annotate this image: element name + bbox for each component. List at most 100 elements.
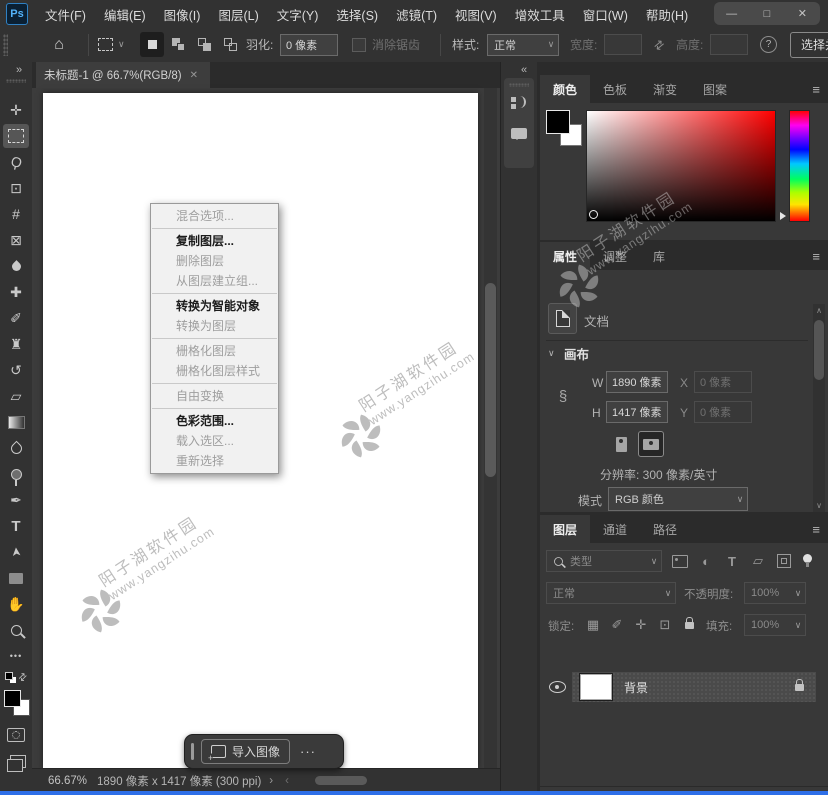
- foreground-color-swatch[interactable]: [4, 690, 21, 707]
- foreground-background-swatches[interactable]: [4, 690, 30, 716]
- menubar-item-image[interactable]: 图像(I): [155, 0, 210, 28]
- canvas-width-input[interactable]: 1890 像素: [606, 371, 668, 393]
- scroll-up-icon[interactable]: ∧: [813, 306, 825, 315]
- feather-input[interactable]: 0 像素: [280, 34, 338, 56]
- context-menu-item-convert-to-smart-object[interactable]: 转换为智能对象: [151, 296, 278, 316]
- tool-hand[interactable]: ✋: [3, 592, 29, 616]
- context-menu-item-convert-to-layers[interactable]: 转换为图层: [151, 316, 278, 336]
- tab-color[interactable]: 颜色: [540, 75, 590, 103]
- comments-panel-button[interactable]: [511, 124, 527, 142]
- layer-lock-icon[interactable]: [795, 684, 804, 691]
- context-menu-item-duplicate-layer[interactable]: 复制图层...: [151, 231, 278, 251]
- tool-blur[interactable]: [3, 436, 29, 460]
- hue-slider[interactable]: [789, 110, 810, 222]
- properties-scrollbar-thumb[interactable]: [814, 320, 824, 380]
- tool-clone-stamp[interactable]: ♜: [3, 332, 29, 356]
- color-mode-dropdown[interactable]: RGB 颜色∨: [608, 487, 748, 511]
- add-to-selection-button[interactable]: [166, 32, 190, 57]
- expand-panels-button[interactable]: «: [516, 64, 532, 76]
- canvas-y-input[interactable]: 0 像素: [694, 401, 752, 423]
- swap-colors-icon[interactable]: ⇄: [16, 670, 30, 684]
- opacity-dropdown[interactable]: 100%∨: [744, 582, 806, 604]
- maximize-button[interactable]: □: [752, 8, 782, 20]
- collapse-section-icon[interactable]: ∨: [548, 348, 555, 359]
- height-input[interactable]: [710, 34, 748, 55]
- tab-patterns[interactable]: 图案: [690, 75, 740, 103]
- landscape-orientation-button[interactable]: [638, 431, 664, 457]
- filter-shape-layers-button[interactable]: ▱: [746, 550, 770, 572]
- tool-rectangular-marquee[interactable]: [3, 124, 29, 148]
- tools-grip[interactable]: [6, 79, 26, 83]
- tool-rectangle[interactable]: [3, 566, 29, 590]
- filter-type-layers-button[interactable]: T: [720, 550, 744, 572]
- lock-image-pixels-button[interactable]: ✐: [606, 614, 628, 636]
- tool-type[interactable]: T: [3, 514, 29, 538]
- quick-mask-button[interactable]: [4, 726, 28, 744]
- tab-gradients[interactable]: 渐变: [640, 75, 690, 103]
- menubar-item-window[interactable]: 窗口(W): [574, 0, 637, 28]
- edit-toolbar-button[interactable]: •••: [3, 644, 29, 668]
- minimize-button[interactable]: —: [717, 8, 747, 20]
- status-prev-icon[interactable]: ‹: [285, 775, 289, 787]
- lock-all-button[interactable]: [678, 614, 700, 636]
- foreground-color-swatch[interactable]: [546, 110, 570, 134]
- fill-dropdown[interactable]: 100%∨: [744, 614, 806, 636]
- layer-filter-toggle[interactable]: [798, 547, 816, 569]
- menubar-item-help[interactable]: 帮助(H): [637, 0, 697, 28]
- menubar-item-file[interactable]: 文件(F): [36, 0, 95, 28]
- status-next-icon[interactable]: ›: [269, 775, 273, 787]
- new-selection-button[interactable]: [140, 32, 164, 57]
- hue-slider-arrow-icon[interactable]: [780, 212, 786, 220]
- panel-menu-icon[interactable]: ≡: [812, 82, 820, 97]
- tool-crop[interactable]: #: [3, 202, 29, 226]
- panel-menu-icon[interactable]: ≡: [812, 522, 820, 537]
- menubar-item-filter[interactable]: 滤镜(T): [387, 0, 446, 28]
- tool-history-brush[interactable]: ↺: [3, 358, 29, 382]
- context-menu-item-reselect[interactable]: 重新选择: [151, 451, 278, 471]
- context-menu-item-load-selection[interactable]: 载入选区...: [151, 431, 278, 451]
- color-field-cursor[interactable]: [589, 210, 598, 219]
- options-bar-grip[interactable]: [3, 34, 8, 56]
- tool-eraser[interactable]: ▱: [3, 384, 29, 408]
- context-menu-item-rasterize-layer-style[interactable]: 栅格化图层样式: [151, 361, 278, 381]
- context-menu-item-rasterize-layer[interactable]: 栅格化图层: [151, 341, 278, 361]
- intersect-selection-button[interactable]: [218, 32, 242, 57]
- properties-scrollbar[interactable]: ∧ ∨: [813, 304, 825, 512]
- tab-properties[interactable]: 属性: [540, 242, 590, 270]
- vertical-scrollbar-thumb[interactable]: [485, 283, 496, 477]
- portrait-orientation-button[interactable]: [608, 431, 634, 457]
- filter-smart-objects-button[interactable]: [772, 550, 796, 572]
- layer-thumbnail[interactable]: [580, 674, 612, 700]
- lock-artboard-button[interactable]: ⊡: [654, 614, 676, 636]
- context-menu-item-blending-options[interactable]: 混合选项...: [151, 206, 278, 226]
- tab-paths[interactable]: 路径: [640, 515, 690, 543]
- document-tab[interactable]: 未标题-1 @ 66.7%(RGB/8) ✕: [36, 62, 210, 88]
- tab-channels[interactable]: 通道: [590, 515, 640, 543]
- style-dropdown[interactable]: 正常∨: [487, 34, 559, 56]
- tab-adjustments[interactable]: 调整: [590, 242, 640, 270]
- anti-alias-checkbox[interactable]: [352, 38, 366, 52]
- tool-lasso[interactable]: Ϙ: [3, 150, 29, 174]
- lock-transparent-pixels-button[interactable]: ▦: [582, 614, 604, 636]
- layer-row-background[interactable]: 背景: [572, 672, 816, 702]
- link-dimensions-icon[interactable]: §: [556, 374, 570, 418]
- tool-path-selection[interactable]: ➤: [3, 540, 29, 564]
- vertical-scrollbar[interactable]: [484, 88, 497, 768]
- menubar-item-edit[interactable]: 编辑(E): [95, 0, 155, 28]
- home-button[interactable]: ⌂: [46, 28, 72, 61]
- saturation-brightness-field[interactable]: [586, 110, 776, 222]
- layer-filter-type-dropdown[interactable]: 类型 ∨: [546, 550, 662, 572]
- lock-position-button[interactable]: ✛: [630, 614, 652, 636]
- menubar-item-plugins[interactable]: 增效工具: [506, 0, 574, 28]
- swap-dimensions-button[interactable]: ⇄: [650, 28, 668, 61]
- width-input[interactable]: [604, 34, 642, 55]
- panel-grip[interactable]: [509, 83, 529, 87]
- canvas-x-input[interactable]: 0 像素: [694, 371, 752, 393]
- subtract-from-selection-button[interactable]: [192, 32, 216, 57]
- panel-menu-icon[interactable]: ≡: [812, 249, 820, 264]
- tool-healing-brush[interactable]: ✚: [3, 280, 29, 304]
- close-tab-icon[interactable]: ✕: [190, 70, 198, 81]
- tool-object-selection[interactable]: ⊡: [3, 176, 29, 200]
- history-panel-button[interactable]: [511, 94, 527, 112]
- tool-pen[interactable]: ✒: [3, 488, 29, 512]
